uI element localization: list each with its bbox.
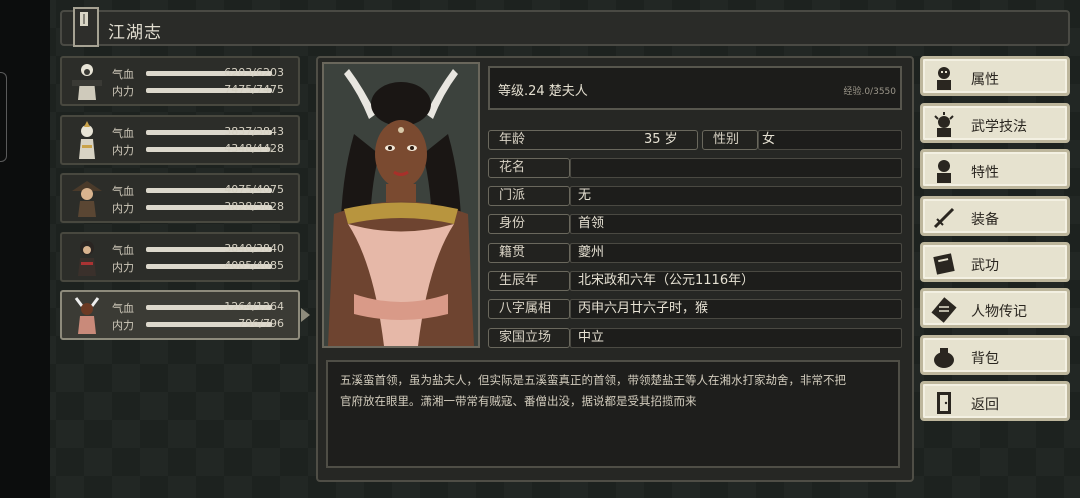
equipment-button[interactable]: 装备 xyxy=(920,196,1070,236)
sect-label: 门派 xyxy=(488,186,570,206)
page-title: 江湖志 xyxy=(108,23,162,43)
title-bar xyxy=(60,10,1070,46)
bazi-value: 丙申六月廿六子时，猴 xyxy=(578,301,709,316)
menu-label: 人物传记 xyxy=(971,304,1027,320)
menu-label: 武学技法 xyxy=(971,119,1027,135)
bazi-label: 八字属相 xyxy=(488,299,570,319)
inventory-button[interactable]: 背包 xyxy=(920,335,1070,375)
mp-value: 7475/7475 xyxy=(224,83,284,96)
hp-value: 1264/1264 xyxy=(224,300,284,313)
door-icon xyxy=(937,392,951,414)
age-value: 35 岁 xyxy=(644,132,678,147)
biography-box: 五溪蛮首领，虽为盐夫人，但实际是五溪蛮真正的首领，带领楚盐王等人在湘水打家劫舍，… xyxy=(326,360,900,468)
mp-label: 内力 xyxy=(112,261,134,274)
hp-label: 气血 xyxy=(112,68,134,81)
person-spark-icon xyxy=(934,112,954,137)
selected-arrow-icon xyxy=(301,308,310,322)
character-avatar xyxy=(78,241,96,276)
birth-label: 生辰年 xyxy=(488,271,570,291)
bag-icon xyxy=(934,348,954,368)
hp-label: 气血 xyxy=(112,127,134,140)
gender-value: 女 xyxy=(762,132,776,147)
biography-line-1: 五溪蛮首领，虽为盐夫人，但实际是五溪蛮真正的首领，带领楚盐王等人在湘水打家劫舍，… xyxy=(340,373,846,387)
character-avatar xyxy=(72,64,102,100)
mp-label: 内力 xyxy=(112,85,134,98)
character-avatar xyxy=(74,297,100,334)
character-avatar xyxy=(72,181,102,217)
character-portrait xyxy=(322,62,480,348)
document-icon xyxy=(931,297,957,323)
menu-label: 特性 xyxy=(971,165,999,181)
hp-label: 气血 xyxy=(112,244,134,257)
party-member-3[interactable]: 气血 4075/4075 内力 3828/3828 xyxy=(60,173,300,223)
hp-label: 气血 xyxy=(112,185,134,198)
mp-label: 内力 xyxy=(112,144,134,157)
attributes-button[interactable]: 属性 xyxy=(920,56,1070,96)
kungfu-button[interactable]: 武功 xyxy=(920,242,1070,282)
hp-value: 3840/3840 xyxy=(224,242,284,255)
hp-value: 3837/3843 xyxy=(224,125,284,138)
book-icon xyxy=(73,7,99,47)
mp-value: 796/796 xyxy=(238,317,284,330)
party-member-4[interactable]: 气血 3840/3840 内力 4085/4085 xyxy=(60,232,300,282)
birth-value: 北宋政和六年（公元1116年） xyxy=(578,273,755,288)
party-member-1[interactable]: 气血 6203/6203 内力 7475/7475 xyxy=(60,56,300,106)
biography-button[interactable]: 人物传记 xyxy=(920,288,1070,328)
portrait-illustration xyxy=(324,64,478,346)
traits-button[interactable]: 特性 xyxy=(920,149,1070,189)
menu-label: 装备 xyxy=(971,212,999,228)
mp-value: 4348/4428 xyxy=(224,142,284,155)
hp-value: 6203/6203 xyxy=(224,66,284,79)
mp-value: 4085/4085 xyxy=(224,259,284,272)
back-button[interactable]: 返回 xyxy=(920,381,1070,421)
biography-line-2: 官府放在眼里。潇湘一带常有贼寇、番僧出没，据说都是受其招揽而来 xyxy=(340,394,697,408)
sword-icon xyxy=(933,207,955,229)
sect-box xyxy=(570,186,902,206)
identity-value: 首领 xyxy=(578,216,605,231)
scroll-book-icon xyxy=(933,253,955,275)
hp-value: 4075/4075 xyxy=(224,183,284,196)
identity-box xyxy=(570,214,902,234)
stance-box xyxy=(570,328,902,348)
mp-label: 内力 xyxy=(112,319,134,332)
menu-label: 返回 xyxy=(971,397,999,413)
martial-skills-button[interactable]: 武学技法 xyxy=(920,103,1070,143)
character-avatar xyxy=(79,121,95,159)
menu-label: 属性 xyxy=(971,72,999,88)
origin-box xyxy=(570,243,902,263)
gender-label: 性别 xyxy=(702,130,758,150)
identity-label: 身份 xyxy=(488,214,570,234)
menu-label: 背包 xyxy=(971,351,999,367)
person-icon xyxy=(937,67,951,90)
origin-label: 籍贯 xyxy=(488,243,570,263)
origin-value: 夔州 xyxy=(578,245,605,260)
stance-label: 家国立场 xyxy=(488,328,570,348)
side-handle xyxy=(0,72,7,162)
person-icon xyxy=(937,160,951,183)
party-member-5[interactable]: 气血 1264/1264 内力 796/796 xyxy=(60,290,310,340)
party-member-2[interactable]: 气血 3837/3843 内力 4348/4428 xyxy=(60,115,300,165)
nickname-box xyxy=(570,158,902,178)
sect-value: 无 xyxy=(578,188,592,203)
nickname-label: 花名 xyxy=(488,158,570,178)
stance-value: 中立 xyxy=(578,330,605,345)
experience-value: 经验.0/3550 xyxy=(843,87,896,97)
mp-label: 内力 xyxy=(112,202,134,215)
level-and-name: 等级.24 楚夫人 xyxy=(498,84,588,99)
mp-value: 3828/3828 xyxy=(224,200,284,213)
gender-box xyxy=(758,130,902,150)
screen-edge xyxy=(0,0,50,498)
hp-label: 气血 xyxy=(112,302,134,315)
menu-label: 武功 xyxy=(971,258,999,274)
